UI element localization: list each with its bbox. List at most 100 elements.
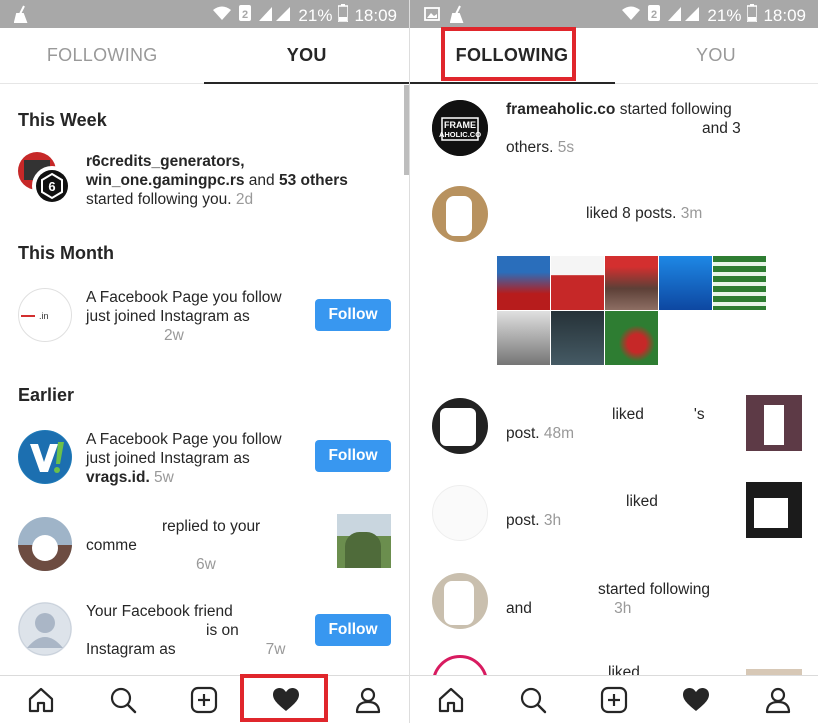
avatar[interactable]: .in: [18, 288, 72, 342]
list-item[interactable]: started following and 3h: [432, 570, 802, 630]
search-icon: [520, 687, 546, 713]
username[interactable]: vrags.id.: [86, 469, 150, 486]
username[interactable]: r6credits_generators,: [86, 153, 245, 170]
username[interactable]: frameaholic.co: [506, 101, 615, 118]
list-item[interactable]: liked post. 3h: [432, 482, 802, 542]
post-thumbnail[interactable]: [551, 256, 604, 310]
svg-text:6: 6: [48, 179, 55, 194]
section-this-week: This Week: [18, 110, 107, 130]
activity-text: and: [506, 600, 532, 617]
post-thumbnail[interactable]: [605, 256, 658, 310]
others-count[interactable]: 53 others: [279, 172, 348, 189]
highlight-activity-tab: [240, 674, 328, 722]
profile-icon: [765, 687, 791, 713]
nav-new-post[interactable]: [574, 676, 656, 723]
post-thumbnail[interactable]: [551, 311, 604, 365]
tab-following[interactable]: FOLLOWING: [0, 28, 205, 83]
timestamp: 2w: [164, 327, 184, 344]
clock: 18:09: [763, 5, 806, 25]
activity-text: A Facebook Page you follow: [86, 431, 282, 448]
post-thumbnail[interactable]: [337, 514, 391, 568]
post-thumbnail[interactable]: [605, 311, 658, 365]
default-avatar-icon: [18, 602, 72, 656]
avatar[interactable]: [432, 485, 488, 541]
wifi-icon: [621, 5, 641, 26]
timestamp: 7w: [265, 641, 286, 658]
conjunction-text: and: [244, 172, 279, 189]
list-item[interactable]: 6 r6credits_generators, win_one.gamingpc…: [18, 152, 398, 209]
post-thumbnail[interactable]: [497, 256, 550, 310]
avatar[interactable]: FRAME AHOLIC.CO: [432, 100, 488, 156]
follow-button[interactable]: Follow: [315, 299, 391, 331]
nav-home[interactable]: [0, 676, 82, 723]
timestamp: 5s: [553, 139, 575, 156]
avatar[interactable]: [432, 573, 488, 629]
highlight-following-tab: [441, 27, 576, 81]
post-thumbnail[interactable]: [497, 311, 550, 365]
timestamp: 5w: [149, 469, 174, 486]
avatar[interactable]: [432, 398, 488, 454]
activity-text: and 3: [702, 120, 741, 137]
list-item[interactable]: liked: [432, 655, 802, 711]
post-thumbnail[interactable]: [746, 395, 802, 451]
nav-search[interactable]: [82, 676, 164, 723]
activity-text: started following: [598, 581, 711, 598]
nav-activity[interactable]: [655, 676, 737, 723]
nav-profile[interactable]: [737, 676, 818, 723]
post-thumbnail[interactable]: [746, 482, 802, 538]
signal-icon: [258, 4, 292, 27]
section-earlier: Earlier: [18, 385, 75, 405]
sim-icon: 2: [647, 4, 661, 27]
post-thumbnail[interactable]: [713, 256, 766, 310]
list-item[interactable]: liked 's post. 48m: [432, 395, 802, 455]
add-post-icon: [191, 686, 218, 713]
nav-search[interactable]: [492, 676, 574, 723]
battery-icon: [746, 4, 759, 27]
tab-you[interactable]: YOU: [205, 28, 410, 83]
clock: 18:09: [354, 5, 397, 25]
list-item[interactable]: liked 8 posts. 3m: [432, 186, 802, 246]
activity-text: 's: [693, 406, 705, 423]
sim-icon: 2: [238, 4, 252, 27]
activity-text: just joined Instagram as: [86, 450, 250, 467]
active-tab-indicator: [410, 82, 615, 84]
activity-text: Instagram as: [86, 641, 176, 658]
nav-home[interactable]: [410, 676, 492, 723]
svg-text:FRAME: FRAME: [444, 120, 476, 130]
avatar[interactable]: [18, 602, 72, 656]
rainbow-six-logo-icon: 6: [36, 170, 68, 202]
wifi-icon: [212, 5, 232, 26]
activity-text: liked 8 posts.: [586, 205, 677, 222]
username[interactable]: win_one.gamingpc.rs: [86, 172, 244, 189]
tab-you[interactable]: YOU: [614, 28, 818, 83]
signal-icon: [667, 4, 701, 27]
left-screen: 2 21% 18:09 FOLLOWING YOU This Week 6 r6…: [0, 0, 409, 723]
nav-profile[interactable]: [327, 676, 409, 723]
avatar[interactable]: [18, 517, 72, 571]
post-thumbnail[interactable]: [659, 256, 712, 310]
activity-tabs: FOLLOWING YOU: [0, 28, 409, 84]
activity-text: started following you.: [86, 191, 232, 208]
svg-text:AHOLIC.CO: AHOLIC.CO: [439, 130, 481, 139]
follow-button[interactable]: Follow: [315, 440, 391, 472]
list-item[interactable]: FRAME AHOLIC.CO frameaholic.co started fo…: [432, 100, 802, 160]
avatar[interactable]: [18, 430, 72, 484]
vrags-logo-icon: [19, 431, 71, 483]
heart-icon: [683, 687, 710, 711]
timestamp: 2d: [231, 191, 254, 208]
activity-text: is on: [206, 622, 239, 639]
profile-icon: [355, 687, 381, 713]
battery-icon: [337, 4, 350, 27]
home-icon: [438, 687, 463, 712]
svg-text:2: 2: [651, 9, 657, 21]
activity-text: comme: [86, 537, 137, 554]
follow-button[interactable]: Follow: [315, 614, 391, 646]
timestamp: 3m: [676, 205, 703, 222]
bottom-navigation: [0, 675, 409, 723]
nav-new-post[interactable]: [164, 676, 246, 723]
frameaholic-logo-icon: FRAMEAHOLIC.CO: [432, 100, 488, 156]
gallery-icon: [424, 6, 440, 27]
right-screen: 2 21% 18:09 FOLLOWING YOU FRAME AHOLIC.CO…: [409, 0, 818, 723]
avatar[interactable]: 6: [18, 152, 72, 206]
avatar[interactable]: [432, 186, 488, 242]
